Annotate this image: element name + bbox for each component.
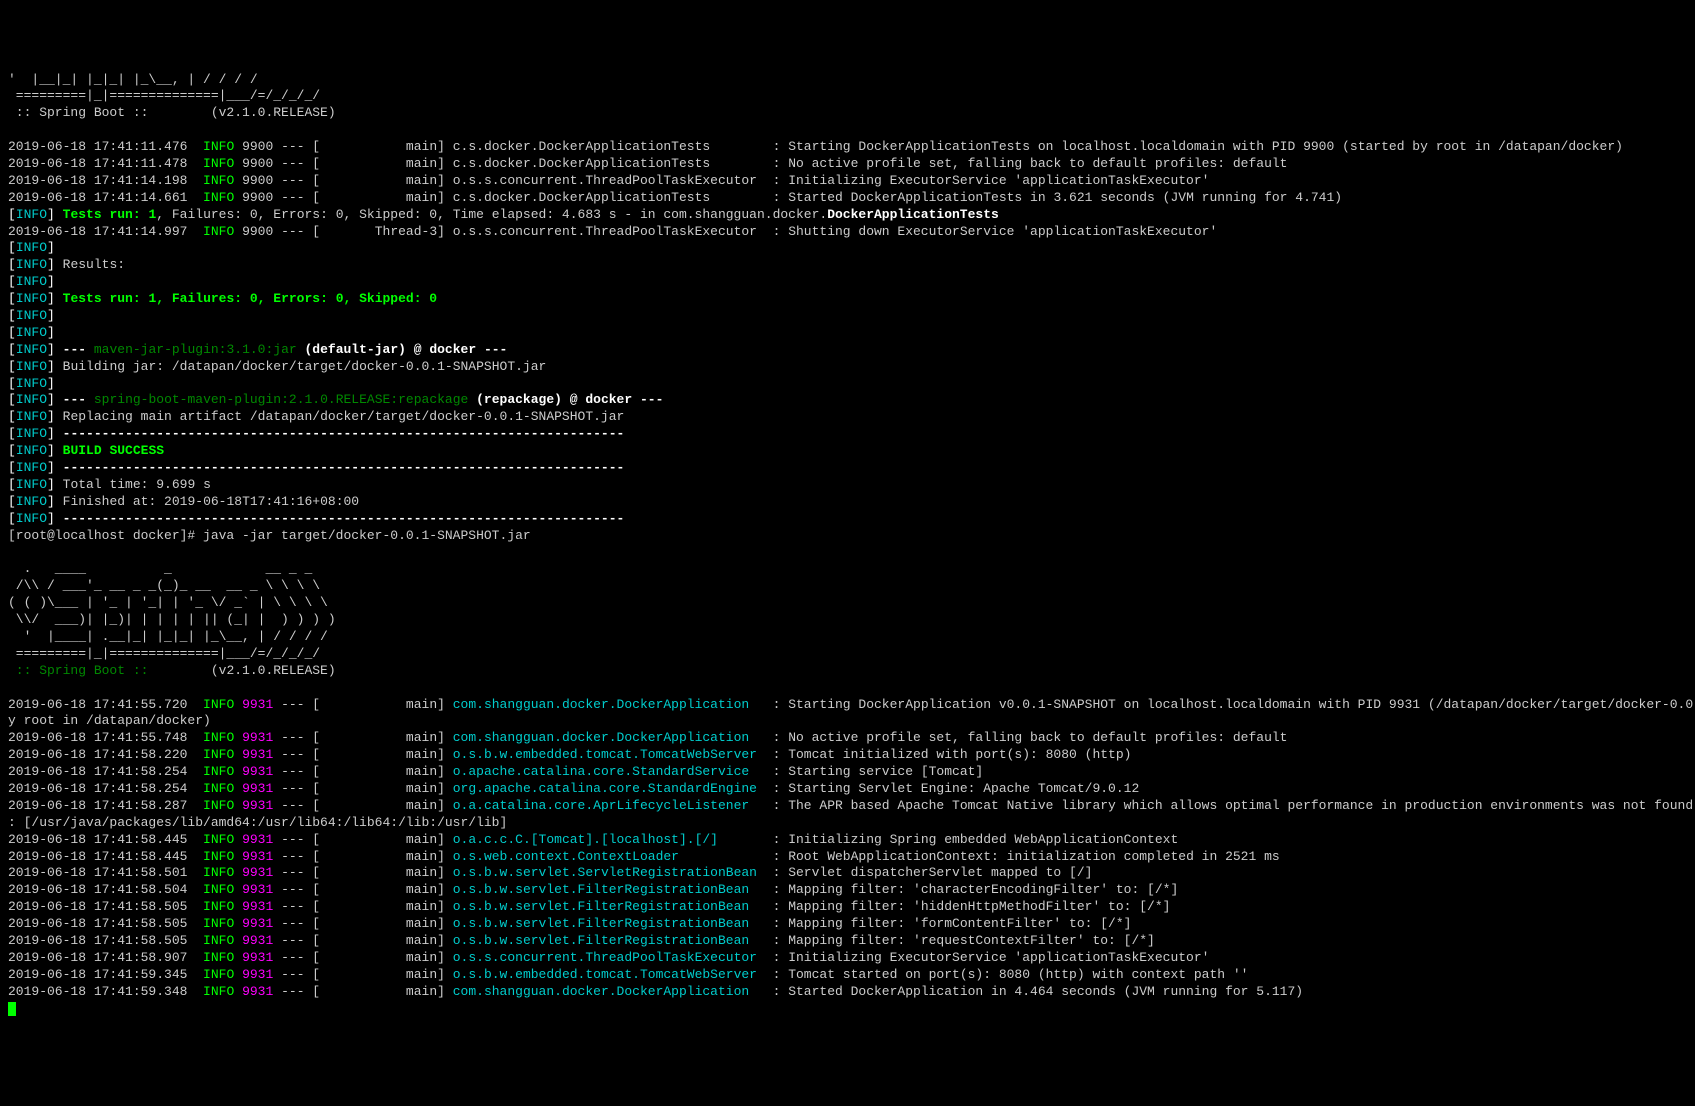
log-line: 2019-06-18 17:41:58.254 INFO 9931 --- [ …	[8, 781, 1687, 798]
log-line: 2019-06-18 17:41:14.661 INFO 9900 --- [ …	[8, 190, 1687, 207]
total-time: [INFO] Total time: 9.699 s	[8, 477, 1687, 494]
log-line: 2019-06-18 17:41:58.907 INFO 9931 --- [ …	[8, 950, 1687, 967]
log-line: 2019-06-18 17:41:58.505 INFO 9931 --- [ …	[8, 916, 1687, 933]
info-blank: [INFO]	[8, 240, 1687, 257]
log-line: 2019-06-18 17:41:14.198 INFO 9900 --- [ …	[8, 173, 1687, 190]
log-line: 2019-06-18 17:41:55.748 INFO 9931 --- [ …	[8, 730, 1687, 747]
log-line: 2019-06-18 17:41:58.501 INFO 9931 --- [ …	[8, 865, 1687, 882]
log-continuation: : [/usr/java/packages/lib/amd64:/usr/lib…	[8, 815, 1687, 832]
spring-boot-banner: :: Spring Boot :: (v2.1.0.RELEASE)	[8, 105, 1687, 122]
spring-ascii-art: . ____ _ __ _ _ /\\ / ___'_ __ _ _(_)_ _…	[8, 561, 1687, 662]
spring-boot-banner: :: Spring Boot :: (v2.1.0.RELEASE)	[8, 663, 1687, 680]
log-line: 2019-06-18 17:41:58.505 INFO 9931 --- [ …	[8, 899, 1687, 916]
log-line: 2019-06-18 17:41:58.445 INFO 9931 --- [ …	[8, 832, 1687, 849]
log-line: 2019-06-18 17:41:58.220 INFO 9931 --- [ …	[8, 747, 1687, 764]
plugin-line: [INFO] --- maven-jar-plugin:3.1.0:jar (d…	[8, 342, 1687, 359]
log-line: 2019-06-18 17:41:55.720 INFO 9931 --- [ …	[8, 697, 1687, 714]
hr-line: [INFO] ---------------------------------…	[8, 511, 1687, 528]
log-line: 2019-06-18 17:41:58.287 INFO 9931 --- [ …	[8, 798, 1687, 815]
building-jar: [INFO] Building jar: /datapan/docker/tar…	[8, 359, 1687, 376]
log-line: 2019-06-18 17:41:59.348 INFO 9931 --- [ …	[8, 984, 1687, 1001]
log-line: 2019-06-18 17:41:14.997 INFO 9900 --- [ …	[8, 224, 1687, 241]
test-totals: [INFO] Tests run: 1, Failures: 0, Errors…	[8, 291, 1687, 308]
log-line: 2019-06-18 17:41:58.254 INFO 9931 --- [ …	[8, 764, 1687, 781]
results-line: [INFO] Results:	[8, 257, 1687, 274]
hr-line: [INFO] ---------------------------------…	[8, 426, 1687, 443]
log-line: 2019-06-18 17:41:11.478 INFO 9900 --- [ …	[8, 156, 1687, 173]
log-line: 2019-06-18 17:41:58.505 INFO 9931 --- [ …	[8, 933, 1687, 950]
finished-at: [INFO] Finished at: 2019-06-18T17:41:16+…	[8, 494, 1687, 511]
info-blank: [INFO]	[8, 274, 1687, 291]
build-success: [INFO] BUILD SUCCESS	[8, 443, 1687, 460]
shell-prompt[interactable]: [root@localhost docker]# java -jar targe…	[8, 528, 1687, 545]
info-blank: [INFO]	[8, 308, 1687, 325]
info-blank: [INFO]	[8, 376, 1687, 393]
info-blank: [INFO]	[8, 325, 1687, 342]
log-continuation: y root in /datapan/docker)	[8, 713, 1687, 730]
test-summary: [INFO] Tests run: 1, Failures: 0, Errors…	[8, 207, 1687, 224]
log-line: 2019-06-18 17:41:58.504 INFO 9931 --- [ …	[8, 882, 1687, 899]
terminal-cursor	[8, 1002, 16, 1016]
log-line: 2019-06-18 17:41:11.476 INFO 9900 --- [ …	[8, 139, 1687, 156]
terminal-output[interactable]: ' |__|_| |_|_| |_\__, | / / / / ========…	[8, 72, 1687, 1018]
replacing-artifact: [INFO] Replacing main artifact /datapan/…	[8, 409, 1687, 426]
log-line: 2019-06-18 17:41:58.445 INFO 9931 --- [ …	[8, 849, 1687, 866]
ascii-art-top: ' |__|_| |_|_| |_\__, | / / / / ========…	[8, 72, 1687, 106]
log-line: 2019-06-18 17:41:59.345 INFO 9931 --- [ …	[8, 967, 1687, 984]
hr-line: [INFO] ---------------------------------…	[8, 460, 1687, 477]
plugin-line: [INFO] --- spring-boot-maven-plugin:2.1.…	[8, 392, 1687, 409]
